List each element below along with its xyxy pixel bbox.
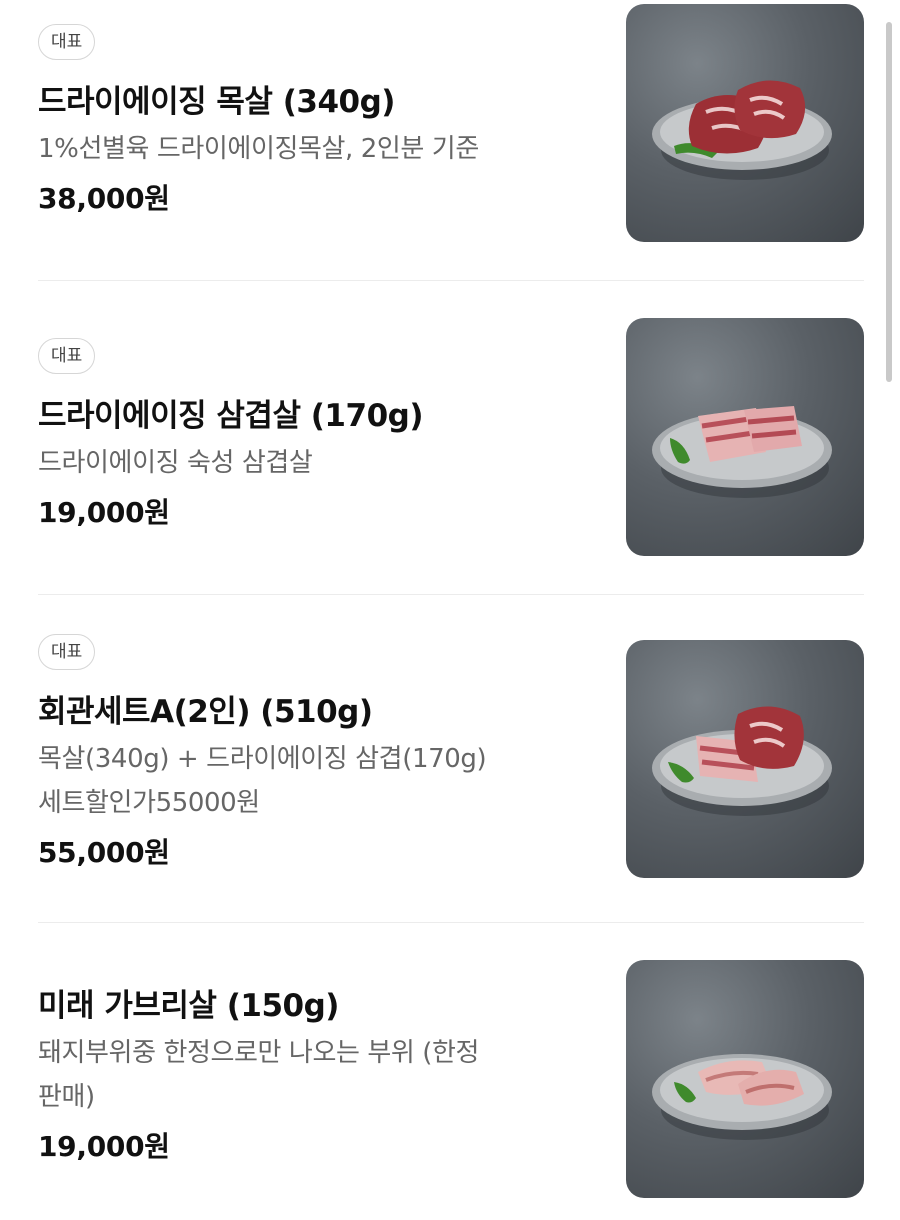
signature-badge: 대표 [38,338,96,374]
menu-item[interactable]: 미래 가브리살 (150g) 돼지부위중 한정으로만 나오는 부위 (한정 판매… [38,960,864,1200]
pork-belly-image[interactable] [626,318,864,556]
menu-item-name: 드라이에이징 목살 (340g) [38,84,395,120]
signature-badge: 대표 [38,634,96,670]
divider [38,594,864,595]
divider [38,280,864,281]
menu-item-description-line: 목살(340g) + 드라이에이징 삼겹(170g) [38,744,487,774]
menu-item-text: 대표 드라이에이징 목살 (340g) 1%선별육 드라이에이징목살, 2인분 … [38,24,608,217]
menu-item-description-line: 드라이에이징 숙성 삼겹살 [38,448,313,478]
menu-item-text: 대표 회관세트A(2인) (510g) 목살(340g) + 드라이에이징 삼겹… [38,634,608,871]
menu-item-description: 드라이에이징 숙성 삼겹살 [38,441,608,485]
menu-item-description-line: 판매) [38,1082,95,1112]
menu-item[interactable]: 대표 드라이에이징 목살 (340g) 1%선별육 드라이에이징목살, 2인분 … [38,4,864,244]
menu-item-description-line: 돼지부위중 한정으로만 나오는 부위 (한정 [38,1038,480,1068]
menu-item-name: 회관세트A(2인) (510g) [38,694,373,730]
pork-jowl-image[interactable] [626,960,864,1198]
menu-item-price: 55,000원 [38,836,170,869]
menu-item-price: 38,000원 [38,182,170,215]
menu-item-price: 19,000원 [38,496,170,529]
pork-set-image[interactable] [626,640,864,878]
menu-item-name: 드라이에이징 삼겹살 (170g) [38,398,424,434]
divider [38,922,864,923]
signature-badge: 대표 [38,24,96,60]
menu-item[interactable]: 대표 드라이에이징 삼겹살 (170g) 드라이에이징 숙성 삼겹살 19,00… [38,318,864,558]
menu-item-description-line: 1%선별육 드라이에이징목살, 2인분 기준 [38,134,479,164]
menu-item-description-line: 세트할인가55000원 [38,788,260,818]
pork-neck-image[interactable] [626,4,864,242]
menu-item-text: 대표 드라이에이징 삼겹살 (170g) 드라이에이징 숙성 삼겹살 19,00… [38,338,608,531]
menu-item-description: 목살(340g) + 드라이에이징 삼겹(170g) 세트할인가55000원 [38,737,608,825]
menu-item-text: 미래 가브리살 (150g) 돼지부위중 한정으로만 나오는 부위 (한정 판매… [38,980,608,1165]
menu-item-price: 19,000원 [38,1130,170,1163]
scrollbar[interactable] [886,22,892,382]
menu-item-description: 돼지부위중 한정으로만 나오는 부위 (한정 판매) [38,1031,608,1119]
menu-item-description: 1%선별육 드라이에이징목살, 2인분 기준 [38,127,608,171]
menu-item-name: 미래 가브리살 (150g) [38,988,339,1024]
menu-item[interactable]: 대표 회관세트A(2인) (510g) 목살(340g) + 드라이에이징 삼겹… [38,634,864,894]
